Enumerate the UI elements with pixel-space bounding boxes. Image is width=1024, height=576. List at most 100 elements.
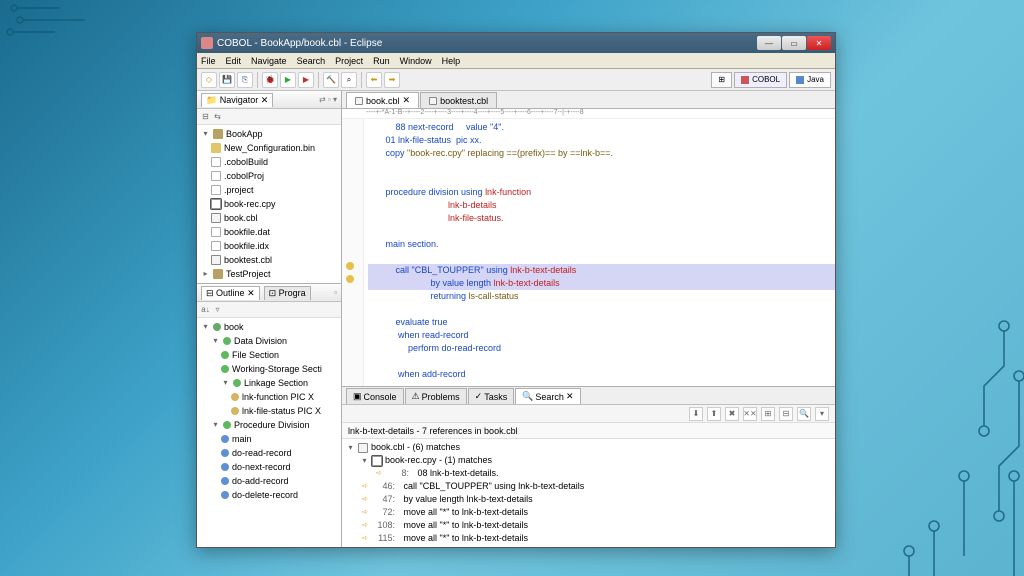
menu-edit[interactable]: Edit <box>226 56 242 66</box>
outline-tree[interactable]: ▾book ▾Data Division File Section Workin… <box>197 318 341 504</box>
navigator-tree[interactable]: ▾BookApp New_Configuration.bin .cobolBui… <box>197 125 341 283</box>
menu-window[interactable]: Window <box>400 56 432 66</box>
editor-area: book.cbl ✕ booktest.cbl ----+-*A-1-B--+-… <box>342 91 835 387</box>
menu-help[interactable]: Help <box>442 56 461 66</box>
menubar: File Edit Navigate Search Project Run Wi… <box>197 53 835 69</box>
tasks-tab[interactable]: ✓ Tasks <box>468 388 515 404</box>
result-line[interactable]: ➪72: move all "*" to lnk-b-text-details <box>346 506 831 519</box>
outline-item[interactable]: do-add-record <box>201 474 337 488</box>
search-match-marker[interactable] <box>346 262 354 270</box>
build-button[interactable]: 🔨 <box>323 72 339 88</box>
open-perspective-button[interactable]: ⊞ <box>711 72 732 88</box>
result-sub[interactable]: ▾book-rec.cpy - (1) matches <box>346 454 831 467</box>
file-bookcbl[interactable]: book.cbl <box>201 211 337 225</box>
outline-item[interactable]: do-next-record <box>201 460 337 474</box>
collapse-all-button[interactable]: ⊟ <box>779 407 793 421</box>
menu-search[interactable]: Search <box>297 56 326 66</box>
prev-match-button[interactable]: ⬆ <box>707 407 721 421</box>
problems-tab[interactable]: ⚠ Problems <box>405 388 467 404</box>
outline-menu-icon[interactable]: ▫ <box>334 288 337 297</box>
save-all-button[interactable]: ⎘ <box>237 72 253 88</box>
file-cobolbuild[interactable]: .cobolBuild <box>201 155 337 169</box>
run-button[interactable]: ▶ <box>280 72 296 88</box>
navigator-tab[interactable]: 📁 Navigator ✕ <box>201 93 273 107</box>
search-results[interactable]: ▾book.cbl - (6) matches ▾book-rec.cpy - … <box>342 439 835 547</box>
menu-navigate[interactable]: Navigate <box>251 56 287 66</box>
outline-tab[interactable]: ⊟ Outline ✕ <box>201 286 260 300</box>
app-icon <box>201 37 213 49</box>
outline-view: ⊟ Outline ✕ ⊡ Progra ▫ a↓ ▿ ▾book ▾Data … <box>197 284 341 547</box>
menu-project[interactable]: Project <box>335 56 363 66</box>
filter-icon[interactable]: ▿ <box>213 305 222 314</box>
search-summary: lnk-b-text-details - 7 references in boo… <box>342 423 835 439</box>
debug-button[interactable]: 🐞 <box>262 72 278 88</box>
ide-window: COBOL - BookApp/book.cbl - Eclipse — ▭ ✕… <box>196 32 836 548</box>
result-line[interactable]: ➪47: by value length lnk-b-text-details <box>346 493 831 506</box>
outline-item[interactable]: lnk-file-status PIC X <box>201 404 337 418</box>
outline-item[interactable]: do-read-record <box>201 446 337 460</box>
view-menu-icon[interactable]: ⇄ ▫ ▾ <box>319 95 337 104</box>
history-button[interactable]: 🔍 <box>797 407 811 421</box>
editor-tab-bookcbl[interactable]: book.cbl ✕ <box>346 92 419 108</box>
result-line[interactable]: ➪8: 08 lnk-b-text-details. <box>346 467 831 480</box>
outline-item[interactable]: ▾Procedure Division <box>201 418 337 432</box>
project-testproject[interactable]: ▸TestProject <box>201 267 337 281</box>
sort-icon[interactable]: a↓ <box>201 305 210 314</box>
result-file[interactable]: ▾book.cbl - (6) matches <box>346 441 831 454</box>
maximize-button[interactable]: ▭ <box>782 36 806 50</box>
expand-all-button[interactable]: ⊞ <box>761 407 775 421</box>
collapse-all-icon[interactable]: ⊟ <box>201 112 210 121</box>
outline-item[interactable]: ▾Data Division <box>201 334 337 348</box>
code-content[interactable]: 88 next-record value "4". 01 lnk-file-st… <box>342 119 835 383</box>
program-tab[interactable]: ⊡ Progra <box>264 286 311 300</box>
file-booktestcbl[interactable]: booktest.cbl <box>201 253 337 267</box>
navigator-view: 📁 Navigator ✕ ⇄ ▫ ▾ ⊟ ⇆ ▾BookApp New_Con… <box>197 91 341 284</box>
code-editor[interactable]: ----+-*A-1-B--+----2----+----3----+----4… <box>342 109 835 386</box>
file-newconfig[interactable]: New_Configuration.bin <box>201 141 337 155</box>
editor-gutter[interactable] <box>342 119 364 386</box>
bottom-panel: ▣ Console ⚠ Problems ✓ Tasks 🔍 Search ✕ … <box>342 387 835 547</box>
menu-run[interactable]: Run <box>373 56 390 66</box>
file-bookfiledat[interactable]: bookfile.dat <box>201 225 337 239</box>
result-line[interactable]: ➪115: move all "*" to lnk-b-text-details <box>346 532 831 545</box>
outline-item[interactable]: lnk-function PIC X <box>201 390 337 404</box>
outline-item[interactable]: File Section <box>201 348 337 362</box>
open-type-button[interactable]: ⌕ <box>341 72 357 88</box>
menu-file[interactable]: File <box>201 56 216 66</box>
perspective-cobol[interactable]: COBOL <box>734 72 787 88</box>
result-line[interactable]: ➪46: call "CBL_TOUPPER" using lnk-b-text… <box>346 480 831 493</box>
next-match-button[interactable]: ⬇ <box>689 407 703 421</box>
link-editor-icon[interactable]: ⇆ <box>213 112 222 121</box>
outline-item[interactable]: main <box>201 432 337 446</box>
outline-item[interactable]: ▾Linkage Section <box>201 376 337 390</box>
project-bookapp[interactable]: ▾BookApp <box>201 127 337 141</box>
file-cobolproj[interactable]: .cobolProj <box>201 169 337 183</box>
file-bookreccpy[interactable]: book-rec.cpy <box>201 197 337 211</box>
back-button[interactable]: ⬅ <box>366 72 382 88</box>
decoration-top-left <box>0 0 120 40</box>
titlebar[interactable]: COBOL - BookApp/book.cbl - Eclipse — ▭ ✕ <box>197 33 835 53</box>
new-button[interactable]: ◇ <box>201 72 217 88</box>
view-menu-button[interactable]: ▾ <box>815 407 829 421</box>
result-line[interactable]: ➪108: move all "*" to lnk-b-text-details <box>346 519 831 532</box>
file-bookfileidx[interactable]: bookfile.idx <box>201 239 337 253</box>
window-title: COBOL - BookApp/book.cbl - Eclipse <box>217 38 757 49</box>
forward-button[interactable]: ➡ <box>384 72 400 88</box>
outline-root[interactable]: ▾book <box>201 320 337 334</box>
outline-item[interactable]: do-delete-record <box>201 488 337 502</box>
console-tab[interactable]: ▣ Console <box>346 388 404 404</box>
close-button[interactable]: ✕ <box>807 36 831 50</box>
file-project[interactable]: .project <box>201 183 337 197</box>
decoration-bottom-right <box>854 296 1024 576</box>
main-toolbar: ◇ 💾 ⎘ 🐞 ▶ ▶ 🔨 ⌕ ⬅ ➡ ⊞ COBOL Java <box>197 69 835 91</box>
run-ext-button[interactable]: ▶ <box>298 72 314 88</box>
editor-tab-booktestcbl[interactable]: booktest.cbl <box>420 92 497 108</box>
save-button[interactable]: 💾 <box>219 72 235 88</box>
minimize-button[interactable]: — <box>757 36 781 50</box>
search-match-marker[interactable] <box>346 275 354 283</box>
outline-item[interactable]: Working-Storage Secti <box>201 362 337 376</box>
search-tab[interactable]: 🔍 Search ✕ <box>515 388 580 404</box>
perspective-java[interactable]: Java <box>789 72 831 88</box>
remove-match-button[interactable]: ✖ <box>725 407 739 421</box>
remove-all-button[interactable]: ⨯⨯ <box>743 407 757 421</box>
